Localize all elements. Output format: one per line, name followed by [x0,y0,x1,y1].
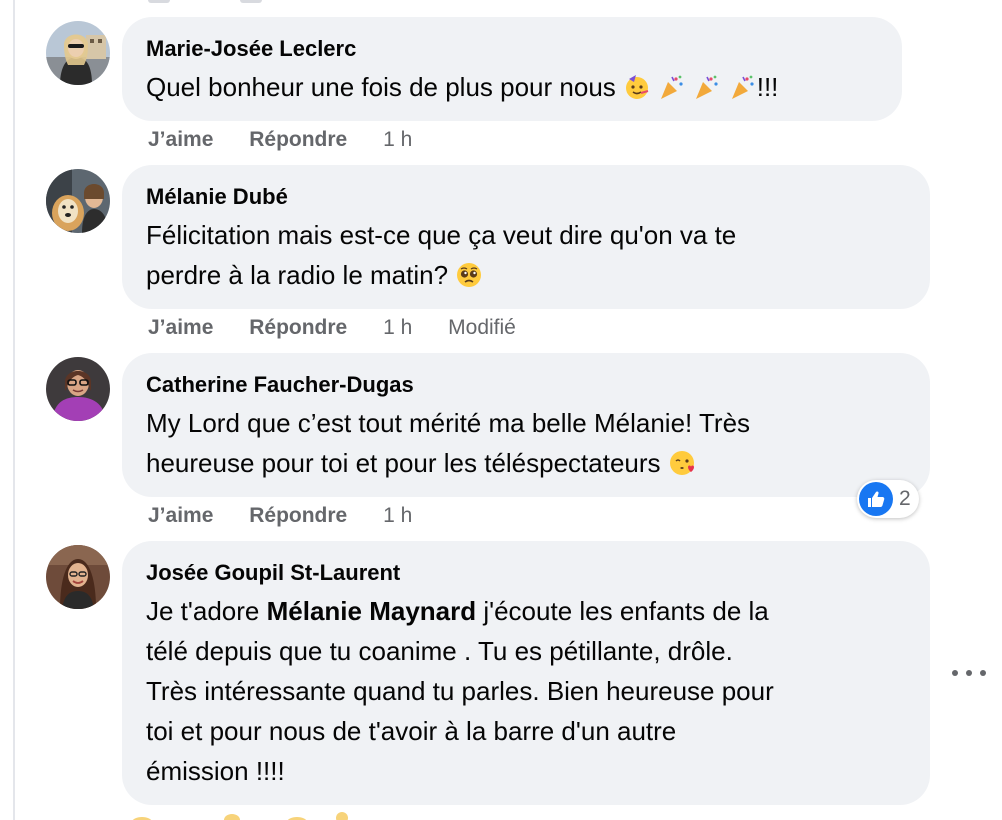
comment-text-line: Quel bonheur une fois de plus pour nous [146,72,616,102]
like-button[interactable]: J’aime [148,316,213,339]
comment-text-line: Félicitation mais est-ce que ça veut dir… [146,220,737,250]
comment-text: Quel bonheur une fois de plus pour nous [146,67,878,107]
comment-author[interactable]: Josée Goupil St-Laurent [146,559,906,587]
face-blowing-kiss-emoji [669,451,694,475]
reply-button[interactable]: Répondre [249,504,347,527]
edited-label[interactable]: Modifié [448,316,516,339]
comment-text: Je t'adore Mélanie Maynard j'écoute les … [146,591,906,791]
comment-author[interactable]: Mélanie Dubé [146,183,906,211]
comment-text-line: émission !!!! [146,756,285,786]
partying-face-emoji [626,75,649,99]
comment-bubble: Marie-Josée Leclerc Quel bonheur une foi… [122,17,902,121]
comment-actions: J’aime Répondre 1 h [148,127,442,153]
reply-button[interactable]: Répondre [249,316,347,339]
party-popper-emoji [696,75,719,99]
like-button[interactable]: J’aime [148,504,213,527]
comment-text-line: heureuse pour toi et pour les téléspecta… [146,448,661,478]
comment-timestamp[interactable]: 1 h [383,316,412,339]
reaction-count: 2 [899,487,911,510]
comment-actions: J’aime Répondre 1 h Modifié [148,315,516,341]
more-options-icon[interactable] [952,662,986,684]
avatar[interactable] [46,169,110,233]
comment-author[interactable]: Marie-Josée Leclerc [146,35,878,63]
comment-text-line: My Lord que c’est tout mérité ma belle M… [146,408,751,438]
comment-text-line: Je t'adore [146,596,260,626]
comment-bubble: Josée Goupil St-Laurent Je t'adore Mélan… [122,541,930,805]
reply-button[interactable]: Répondre [249,128,347,151]
reaction-summary[interactable]: 2 [857,480,919,518]
comment-text-line: toi et pour nous de t'avoir à la barre d… [146,716,677,746]
comment-text-trailing: !!! [756,72,779,102]
avatar[interactable] [46,21,110,85]
comment-bubble: Mélanie Dubé Félicitation mais est-ce qu… [122,165,930,309]
comment-text-line: j'écoute les enfants de la [483,596,769,626]
comment-timestamp[interactable]: 1 h [383,128,412,151]
thread-line [13,0,15,820]
previous-comment-actions-cut [148,0,332,6]
avatar[interactable] [46,545,110,609]
comment-text: Félicitation mais est-ce que ça veut dir… [146,215,906,295]
avatar[interactable] [46,357,110,421]
like-button[interactable]: J’aime [148,128,213,151]
mention-link[interactable]: Mélanie Maynard [267,596,477,626]
comment-text-line: Très intéressante quand tu parles. Bien … [146,676,774,706]
comment-text-line: perdre à la radio le matin? [146,260,449,290]
comment-bubble: Catherine Faucher-Dugas My Lord que c’es… [122,353,930,497]
party-popper-emoji [731,75,754,99]
next-comment-emoji-peek [132,812,348,820]
party-popper-emoji [661,75,683,99]
comment-author[interactable]: Catherine Faucher-Dugas [146,371,906,399]
comment-timestamp[interactable]: 1 h [383,504,412,527]
pleading-face-emoji [457,263,482,287]
like-icon [859,482,893,516]
comments-panel: Marie-Josée Leclerc Quel bonheur une foi… [0,0,1002,820]
comment-text-line: télé depuis que tu coanime . Tu es pétil… [146,636,733,666]
comment-text: My Lord que c’est tout mérité ma belle M… [146,403,906,483]
comment-actions: J’aime Répondre 1 h [148,503,442,529]
